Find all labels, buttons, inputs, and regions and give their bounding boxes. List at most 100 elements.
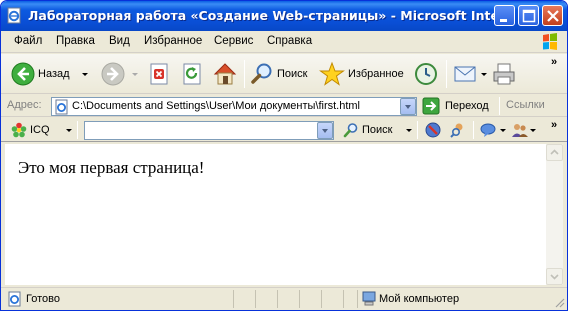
menu-help[interactable]: Справка (267, 35, 312, 47)
print-button[interactable] (491, 62, 517, 86)
search-magnifier-icon (251, 63, 272, 84)
toolbar-search-input[interactable] (84, 121, 334, 140)
icq-flower-icon (11, 122, 27, 138)
status-bar: Готово Мой компьютер (1, 287, 567, 310)
vertical-scrollbar[interactable] (546, 144, 563, 285)
favorites-star-icon (319, 61, 345, 86)
refresh-button[interactable] (181, 62, 203, 86)
address-dropdown-button[interactable] (400, 98, 416, 115)
messenger-dropdown-arrow[interactable] (500, 129, 506, 132)
status-cell (233, 290, 253, 308)
address-value: C:\Documents and Settings\User\Мои докум… (72, 100, 361, 112)
refresh-icon (183, 63, 201, 85)
minimize-button[interactable] (494, 5, 515, 26)
close-icon (547, 10, 559, 22)
toolbar-overflow-chevron[interactable]: » (551, 56, 557, 68)
icq-button[interactable]: ICQ (11, 122, 50, 138)
search-button[interactable]: Поиск (250, 62, 307, 86)
computer-icon (362, 291, 376, 306)
home-icon (213, 63, 237, 85)
history-icon (415, 63, 437, 85)
contacts-button[interactable] (511, 122, 529, 138)
favorites-button[interactable]: Избранное (319, 61, 404, 87)
page-content: Это моя первая страница! (5, 144, 546, 285)
close-button[interactable] (542, 5, 563, 26)
scroll-down-button[interactable] (546, 268, 563, 285)
icq-toolbar: ICQ Поиск » (1, 118, 567, 142)
menu-tools[interactable]: Сервис (214, 35, 253, 47)
menu-favorites[interactable]: Избранное (144, 35, 202, 47)
chevron-up-icon (550, 149, 559, 155)
back-button[interactable]: Назад (11, 62, 70, 86)
status-text: Готово (26, 293, 60, 305)
window-title: Лабораторная работа «Создание Web-страни… (28, 8, 498, 23)
toolbar-search-dropdown[interactable] (317, 122, 333, 139)
windows-logo-icon (543, 33, 557, 50)
toolbar-separator (244, 60, 245, 88)
mail-dropdown-arrow[interactable] (481, 73, 487, 76)
toolbar-separator (77, 121, 78, 139)
toolbar-separator (417, 121, 418, 139)
messenger-icon (480, 123, 496, 137)
search-small-icon (343, 123, 358, 138)
standard-toolbar: Назад Поиск Избранное » (1, 54, 567, 94)
forward-button[interactable] (101, 62, 125, 86)
icq-label: ICQ (30, 124, 50, 136)
security-zone-text: Мой компьютер (379, 293, 460, 305)
contacts-icon (512, 124, 528, 137)
toolbar-search-arrow[interactable] (406, 129, 412, 132)
icq-dropdown-arrow[interactable] (66, 129, 72, 132)
toolbar-search-label: Поиск (362, 124, 393, 136)
ie-page-icon (55, 99, 68, 115)
status-cell (255, 290, 275, 308)
browser-window: Лабораторная работа «Создание Web-страни… (0, 0, 568, 311)
menu-edit[interactable]: Правка (56, 35, 95, 47)
toolbar-separator (473, 121, 474, 139)
user-search-button[interactable] (450, 122, 466, 138)
security-zone-cell: Мой компьютер (357, 290, 551, 308)
favorites-label: Избранное (348, 68, 404, 80)
status-cell (299, 290, 319, 308)
history-button[interactable] (414, 62, 438, 86)
chevron-down-icon (550, 274, 559, 280)
mail-button[interactable] (453, 62, 479, 86)
status-cell (343, 290, 357, 308)
menu-bar: Файл Правка Вид Избранное Сервис Справка (1, 31, 567, 53)
go-arrow-icon (422, 97, 440, 115)
stop-button[interactable] (148, 62, 170, 86)
toolbar-separator (446, 60, 447, 88)
print-icon (493, 63, 515, 85)
ie-page-icon (7, 7, 21, 24)
go-label: Переход (445, 100, 489, 112)
user-search-icon (450, 123, 463, 138)
status-cell (321, 290, 341, 308)
toolbar-separator (499, 97, 500, 115)
back-dropdown-arrow[interactable] (82, 73, 88, 76)
menu-view[interactable]: Вид (109, 35, 130, 47)
back-arrow-icon (11, 62, 35, 86)
resize-grip-icon[interactable] (553, 296, 565, 308)
home-button[interactable] (212, 61, 238, 87)
maximize-button[interactable] (518, 5, 539, 26)
address-bar: Адрес: C:\Documents and Settings\User\Мо… (1, 95, 567, 117)
links-label[interactable]: Ссылки (506, 99, 545, 111)
back-label: Назад (38, 68, 70, 80)
maximize-icon (522, 9, 536, 23)
stop-icon (150, 63, 168, 85)
toolbar-search-button[interactable]: Поиск (343, 122, 392, 138)
forward-arrow-icon (101, 62, 125, 86)
search-label: Поиск (277, 68, 308, 80)
scroll-up-button[interactable] (546, 144, 563, 161)
icq-toolbar-overflow-chevron[interactable]: » (551, 119, 557, 131)
go-button[interactable]: Переход (422, 97, 489, 115)
messenger-button[interactable] (480, 122, 498, 138)
forward-dropdown-arrow[interactable] (132, 73, 138, 76)
popup-blocker-button[interactable] (425, 122, 441, 138)
menu-file[interactable]: Файл (14, 35, 42, 47)
page-heading-text: Это моя первая страница! (18, 158, 205, 177)
minimize-icon (500, 19, 507, 22)
popup-blocker-icon (425, 122, 441, 138)
title-bar[interactable]: Лабораторная работа «Создание Web-страни… (1, 1, 567, 31)
contacts-dropdown-arrow[interactable] (530, 129, 536, 132)
address-input[interactable]: C:\Documents and Settings\User\Мои докум… (51, 97, 417, 116)
